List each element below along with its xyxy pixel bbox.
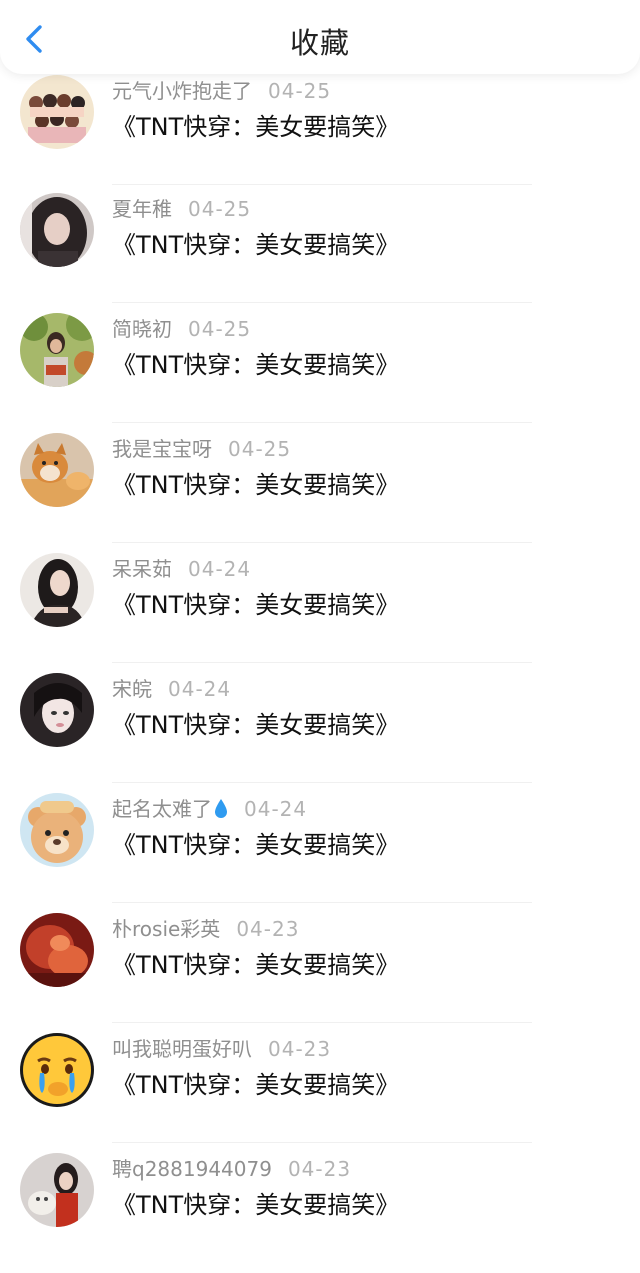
username[interactable]: 简晓初 bbox=[112, 317, 172, 341]
item-meta: 起名太难了 04-24 bbox=[112, 796, 307, 822]
username[interactable]: 叫我聪明蛋好叭 bbox=[112, 1037, 252, 1061]
page-title: 收藏 bbox=[289, 26, 350, 60]
date: 04-24 bbox=[168, 677, 232, 701]
item-meta: 夏年稚 04-25 bbox=[112, 196, 251, 222]
avatar[interactable] bbox=[20, 313, 94, 387]
item-content[interactable]: 《TNT快穿：美女要搞笑》 bbox=[112, 950, 399, 980]
list-item[interactable]: 元气小炸抱走了 04-25 《TNT快穿：美女要搞笑》 bbox=[0, 75, 640, 195]
username[interactable]: 朴rosie彩英 bbox=[112, 917, 220, 941]
username[interactable]: 聘q2881944079 bbox=[112, 1157, 272, 1181]
divider bbox=[112, 422, 532, 423]
username[interactable]: 夏年稚 bbox=[112, 197, 172, 221]
divider bbox=[112, 542, 532, 543]
item-meta: 我是宝宝呀 04-25 bbox=[112, 436, 291, 462]
avatar[interactable] bbox=[20, 433, 94, 507]
item-meta: 呆呆茹 04-24 bbox=[112, 556, 251, 582]
avatar[interactable] bbox=[20, 553, 94, 627]
list-item[interactable]: 呆呆茹 04-24 《TNT快穿：美女要搞笑》 bbox=[0, 553, 640, 673]
item-meta: 叫我聪明蛋好叭 04-23 bbox=[112, 1036, 331, 1062]
username[interactable]: 元气小炸抱走了 bbox=[112, 79, 252, 103]
username[interactable]: 宋皖 bbox=[112, 677, 152, 701]
list-item[interactable]: 简晓初 04-25 《TNT快穿：美女要搞笑》 bbox=[0, 313, 640, 433]
divider bbox=[112, 1022, 532, 1023]
username[interactable]: 起名太难了 bbox=[112, 797, 212, 821]
item-content[interactable]: 《TNT快穿：美女要搞笑》 bbox=[112, 590, 399, 620]
list-item[interactable]: 聘q2881944079 04-23 《TNT快穿：美女要搞笑》 bbox=[0, 1153, 640, 1273]
list-item[interactable]: 叫我聪明蛋好叭 04-23 《TNT快穿：美女要搞笑》 bbox=[0, 1033, 640, 1153]
item-content[interactable]: 《TNT快穿：美女要搞笑》 bbox=[112, 830, 399, 860]
avatar[interactable] bbox=[20, 913, 94, 987]
item-meta: 朴rosie彩英 04-23 bbox=[112, 916, 299, 942]
date: 04-25 bbox=[268, 79, 332, 103]
item-content[interactable]: 《TNT快穿：美女要搞笑》 bbox=[112, 470, 399, 500]
item-content[interactable]: 《TNT快穿：美女要搞笑》 bbox=[112, 1190, 399, 1220]
item-meta: 聘q2881944079 04-23 bbox=[112, 1156, 351, 1182]
water-drop-icon bbox=[215, 799, 227, 818]
divider bbox=[112, 184, 532, 185]
avatar[interactable] bbox=[20, 673, 94, 747]
date: 04-23 bbox=[287, 1157, 352, 1181]
list-item[interactable]: 朴rosie彩英 04-23 《TNT快穿：美女要搞笑》 bbox=[0, 913, 640, 1033]
item-content[interactable]: 《TNT快穿：美女要搞笑》 bbox=[112, 350, 399, 380]
divider bbox=[112, 302, 532, 303]
divider bbox=[112, 662, 532, 663]
avatar[interactable] bbox=[20, 793, 94, 867]
date: 04-25 bbox=[228, 437, 292, 461]
list-item[interactable]: 起名太难了 04-24 《TNT快穿：美女要搞笑》 bbox=[0, 793, 640, 913]
list-item[interactable]: 宋皖 04-24 《TNT快穿：美女要搞笑》 bbox=[0, 673, 640, 793]
date: 04-23 bbox=[268, 1037, 332, 1061]
list-item[interactable]: 夏年稚 04-25 《TNT快穿：美女要搞笑》 bbox=[0, 193, 640, 313]
item-content[interactable]: 《TNT快穿：美女要搞笑》 bbox=[112, 112, 399, 142]
avatar[interactable] bbox=[20, 1153, 94, 1227]
divider bbox=[112, 1142, 532, 1143]
username[interactable]: 我是宝宝呀 bbox=[112, 437, 212, 461]
item-meta: 简晓初 04-25 bbox=[112, 316, 251, 342]
divider bbox=[112, 782, 532, 783]
date: 04-25 bbox=[188, 317, 252, 341]
item-meta: 宋皖 04-24 bbox=[112, 676, 231, 702]
divider bbox=[112, 902, 532, 903]
date: 04-23 bbox=[236, 917, 300, 941]
header-bar: 收藏 bbox=[0, 0, 640, 74]
item-content[interactable]: 《TNT快穿：美女要搞笑》 bbox=[112, 230, 399, 260]
list-item[interactable]: 我是宝宝呀 04-25 《TNT快穿：美女要搞笑》 bbox=[0, 433, 640, 553]
avatar[interactable] bbox=[20, 1033, 94, 1107]
item-content[interactable]: 《TNT快穿：美女要搞笑》 bbox=[112, 1070, 399, 1100]
date: 04-24 bbox=[188, 557, 252, 581]
date: 04-24 bbox=[244, 797, 308, 821]
username[interactable]: 呆呆茹 bbox=[112, 557, 172, 581]
date: 04-25 bbox=[188, 197, 252, 221]
avatar[interactable] bbox=[20, 75, 94, 149]
item-meta: 元气小炸抱走了 04-25 bbox=[112, 78, 331, 104]
avatar[interactable] bbox=[20, 193, 94, 267]
item-content[interactable]: 《TNT快穿：美女要搞笑》 bbox=[112, 710, 399, 740]
